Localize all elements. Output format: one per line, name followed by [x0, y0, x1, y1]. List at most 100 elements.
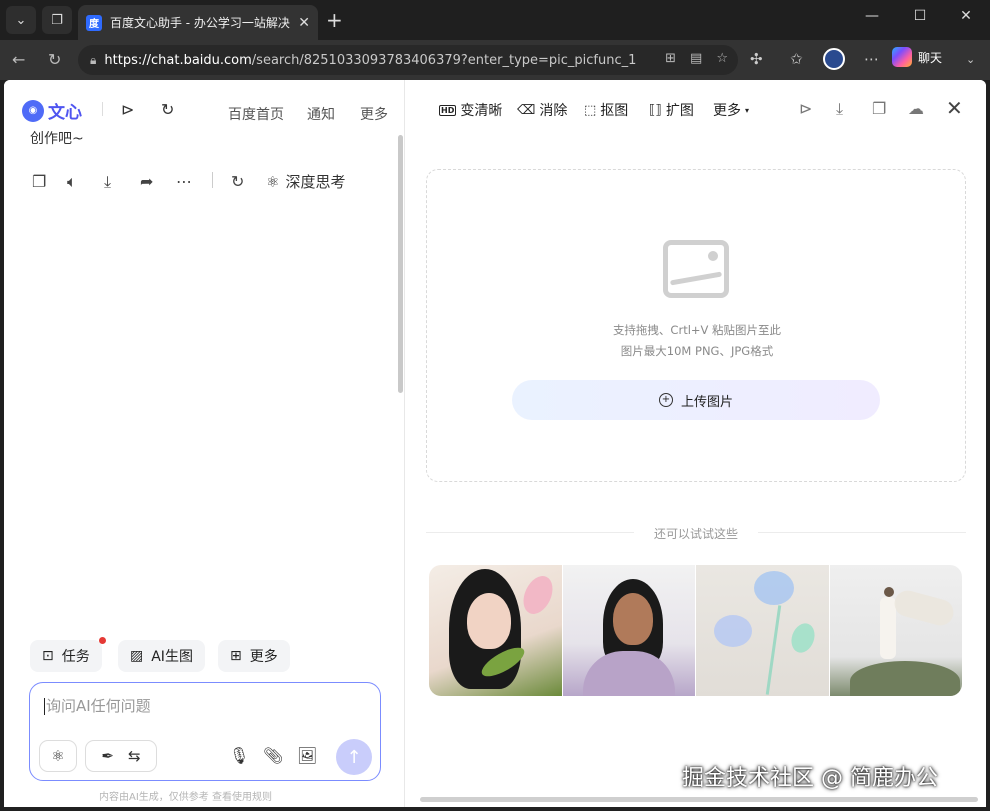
ai-image-chip[interactable]: ▨ AI生图: [118, 640, 205, 672]
sidebar-toggle-icon[interactable]: ⊳: [121, 100, 134, 119]
attachment-icon[interactable]: 📎︎: [263, 746, 283, 765]
atom-icon: ⚛: [51, 747, 65, 765]
image-dropzone[interactable]: 支持拖拽、Crtl+V 粘贴图片至此 图片最大10M PNG、JPG格式 + 上…: [426, 169, 966, 482]
chevron-down-icon[interactable]: ⌄: [966, 53, 975, 66]
logo-mark-icon: ◉: [22, 99, 44, 122]
switch-icon: ⇆: [128, 747, 141, 765]
tool-expand[interactable]: ⟦⟧ 扩图: [649, 100, 694, 120]
more-icon[interactable]: ⋯: [176, 172, 192, 191]
deep-think-toggle[interactable]: ⚛: [39, 740, 77, 772]
tool-more[interactable]: 更多 ▾: [713, 100, 749, 120]
chat-input[interactable]: 询问AI任何问题: [44, 695, 151, 716]
wenxin-logo[interactable]: ◉ 文心: [22, 98, 82, 123]
play-icon[interactable]: ⊳: [799, 99, 812, 118]
chat-button-label: 聊天: [918, 50, 943, 65]
tool-cutout-label: 抠图: [600, 103, 629, 119]
lock-icon: 🔒︎: [90, 52, 97, 67]
ai-image-chip-label: AI生图: [151, 649, 193, 665]
browser-title-bar: ⌄ ❐ 度 百度文心助手 - 办公学习一站解决 ✕ + — ☐ ✕: [0, 0, 990, 40]
cloud-upload-icon[interactable]: ☁: [908, 99, 924, 118]
tool-enhance-label: 变清晰: [460, 103, 503, 119]
notification-dot: [98, 637, 106, 644]
message-text: 创作吧~: [30, 131, 84, 147]
more-chip[interactable]: ⊞ 更多: [218, 640, 290, 672]
sample-image-1[interactable]: [429, 565, 562, 696]
microphone-icon[interactable]: 🎙︎: [229, 746, 249, 765]
task-icon: ⊡: [42, 648, 54, 664]
tool-erase[interactable]: ⌫ 消除: [517, 100, 567, 120]
action-separator: [212, 172, 213, 188]
sample-gallery: [429, 565, 962, 696]
image-upload-icon[interactable]: 🖼︎: [297, 746, 317, 765]
refresh-icon[interactable]: ↻: [48, 50, 61, 69]
favorite-star-icon[interactable]: ☆: [716, 51, 728, 66]
upload-hint: 支持拖拽、Crtl+V 粘贴图片至此: [612, 323, 782, 337]
deep-think-button[interactable]: ⚛ 深度思考: [266, 171, 345, 192]
baidu-favicon-icon: 度: [86, 14, 102, 31]
link-baidu-home[interactable]: 百度首页: [228, 104, 284, 124]
settings-more-icon[interactable]: ⋯: [864, 50, 879, 68]
favorites-icon[interactable]: ✩: [790, 50, 803, 68]
maximize-icon[interactable]: ☐: [910, 8, 930, 24]
reader-icon[interactable]: ▤: [690, 51, 702, 66]
chat-input-box[interactable]: 询问AI任何问题 ⚛ ✒ ⇆ 🎙︎ 📎︎ 🖼︎ ↑: [29, 682, 381, 781]
copilot-icon: [892, 47, 912, 67]
sample-image-3[interactable]: [696, 565, 829, 696]
copy-icon[interactable]: ❐: [32, 172, 46, 191]
back-icon[interactable]: ←: [12, 50, 25, 69]
new-chat-icon[interactable]: ↻: [161, 100, 174, 119]
horizontal-scrollbar[interactable]: [420, 797, 978, 802]
upload-button-label: 上传图片: [680, 394, 733, 410]
link-more[interactable]: 更多: [360, 104, 388, 124]
sample-image-4[interactable]: [829, 565, 962, 696]
model-switch[interactable]: ✒ ⇆: [85, 740, 157, 772]
minimize-icon[interactable]: —: [862, 8, 882, 24]
sample-image-2[interactable]: [562, 565, 695, 696]
copilot-chat-button[interactable]: 聊天: [892, 47, 942, 67]
new-tab-icon[interactable]: +: [326, 8, 343, 32]
image-placeholder-icon: [663, 240, 729, 298]
send-button[interactable]: ↑: [336, 739, 372, 775]
tool-cutout[interactable]: ⬚ 抠图: [584, 100, 628, 120]
tool-expand-label: 扩图: [665, 103, 694, 119]
download-icon[interactable]: ⤓: [836, 99, 843, 119]
split-screen-icon[interactable]: ⊞: [665, 51, 676, 66]
avatar[interactable]: [823, 48, 845, 70]
link-notifications[interactable]: 通知: [307, 104, 335, 124]
regenerate-icon[interactable]: ↻: [231, 172, 244, 191]
plus-circle-icon: +: [658, 393, 673, 407]
task-chip-label: 任务: [61, 649, 90, 665]
close-window-icon[interactable]: ✕: [956, 8, 976, 24]
upload-image-button[interactable]: + 上传图片: [512, 380, 880, 420]
hd-icon: HD: [439, 104, 457, 116]
tab-close-icon[interactable]: ✕: [298, 15, 310, 31]
extensions-icon[interactable]: ✣: [750, 50, 763, 68]
browser-tab-active[interactable]: 度 百度文心助手 - 办公学习一站解决 ✕: [78, 5, 318, 40]
download-icon[interactable]: ⤓: [104, 172, 111, 192]
try-these-label: 还可以试试这些: [653, 527, 738, 541]
grid-icon: ⊞: [230, 648, 242, 664]
model-icon: ✒: [101, 747, 114, 765]
chat-scrollbar[interactable]: [398, 135, 403, 393]
tool-more-label: 更多: [713, 103, 741, 119]
cutout-icon: ⬚: [584, 102, 597, 118]
speaker-icon[interactable]: 🔈︎: [67, 172, 77, 192]
tool-enhance[interactable]: HD 变清晰: [439, 100, 502, 120]
tool-erase-label: 消除: [539, 103, 568, 119]
close-icon[interactable]: ✕: [946, 96, 963, 120]
task-chip[interactable]: ⊡ 任务: [30, 637, 106, 672]
copy-icon[interactable]: ❐: [872, 99, 886, 118]
tab-list-button[interactable]: ⌄: [6, 6, 36, 34]
ai-disclaimer: 内容由AI生成，仅供参考 查看使用规则: [99, 792, 272, 803]
workspaces-button[interactable]: ❐: [42, 6, 72, 34]
address-bar[interactable]: 🔒︎ https://chat.baidu.com/search/8251033…: [78, 45, 738, 75]
share-icon[interactable]: ➦: [140, 172, 153, 191]
page-content: ◉ 文心 ⊳ ↻ 百度首页 通知 更多 创作吧~ ❐ 🔈︎ ⤓ ➦ ⋯ ↻ ⚛ …: [4, 80, 986, 807]
tab-title: 百度文心助手 - 办公学习一站解决: [109, 16, 290, 30]
expand-icon: ⟦⟧: [649, 102, 662, 118]
upload-format-hint: 图片最大10M PNG、JPG格式: [620, 344, 774, 358]
caret-down-icon: ▾: [745, 105, 750, 115]
image-gen-icon: ▨: [130, 648, 144, 664]
chat-panel: ◉ 文心 ⊳ ↻ 百度首页 通知 更多 创作吧~ ❐ 🔈︎ ⤓ ➦ ⋯ ↻ ⚛ …: [4, 80, 405, 807]
eraser-icon: ⌫: [517, 102, 536, 118]
